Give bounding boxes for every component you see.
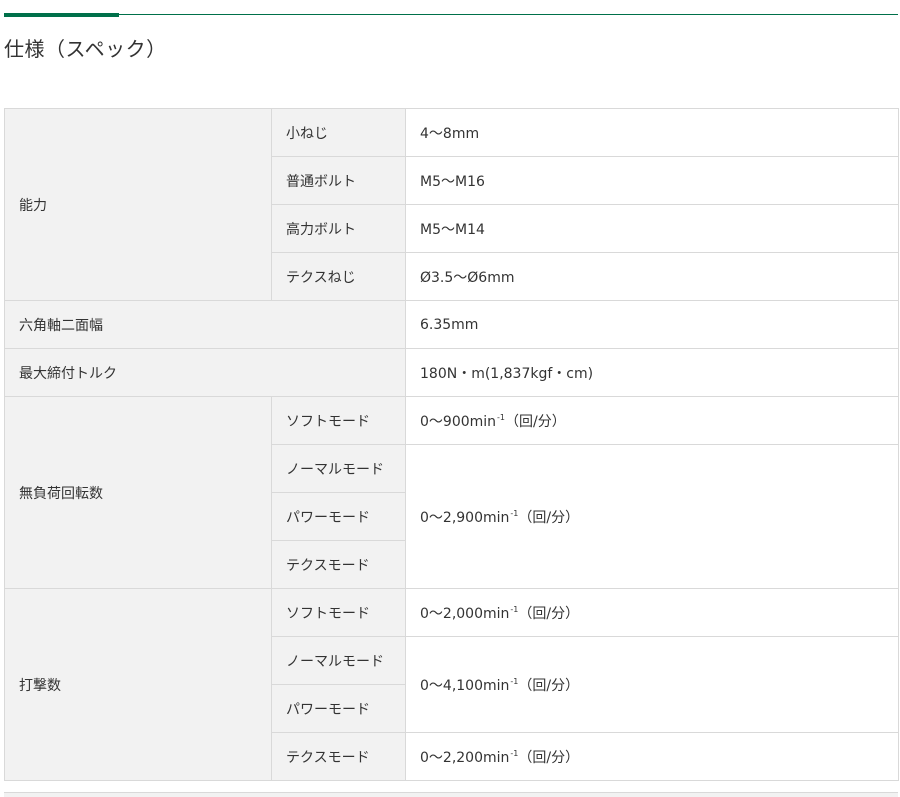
value-main: 0～900min [420, 413, 497, 430]
spec-category-max-torque: 最大締付トルク [4, 348, 406, 397]
spec-mode: ソフトモード [271, 588, 406, 637]
spec-mode: テクスモード [271, 540, 406, 589]
page: 仕様（スペック） 能力 小ねじ 4～8mm 普通ボルト M5～M16 高力ボルト… [0, 0, 900, 797]
value-unit: （回/分） [518, 605, 580, 622]
value-unit: （回/分） [518, 749, 580, 766]
spec-value: 0～2,200min-1（回/分） [405, 732, 899, 781]
value-exponent: -1 [497, 412, 506, 422]
table-row-continuation [4, 792, 898, 797]
spec-mode: ノーマルモード [271, 444, 406, 493]
spec-value: 6.35mm [405, 300, 899, 349]
table-row: 能力 小ねじ 4～8mm [4, 108, 899, 301]
spec-value: 180N・m(1,837kgf・cm) [405, 348, 899, 397]
spec-value: 0～4,100min-1（回/分） [405, 636, 899, 733]
value-unit: （回/分） [518, 509, 580, 526]
spec-category-impact-rate: 打撃数 [4, 588, 272, 781]
value-main: 0～2,000min [420, 605, 510, 622]
spec-mode: テクスモード [271, 732, 406, 781]
table-row: 六角軸二面幅 6.35mm [4, 300, 899, 349]
spec-value: M5～M14 [405, 204, 899, 253]
spec-mode: ソフトモード [271, 396, 406, 445]
section-divider-accent [4, 13, 119, 17]
table-row: 最大締付トルク 180N・m(1,837kgf・cm) [4, 348, 899, 397]
spec-table: 能力 小ねじ 4～8mm 普通ボルト M5～M16 高力ボルト M5～M14 テ… [4, 108, 899, 781]
spec-category-hex-shank: 六角軸二面幅 [4, 300, 406, 349]
table-row: 打撃数 ソフトモード 0～2,000min-1（回/分） [4, 588, 899, 781]
spec-value: Ø3.5～Ø6mm [405, 252, 899, 301]
spec-subcategory: 高力ボルト [271, 204, 406, 253]
value-main: 0～4,100min [420, 677, 510, 694]
spec-mode: パワーモード [271, 684, 406, 733]
value-unit: （回/分） [518, 677, 580, 694]
spec-value: 0～2,000min-1（回/分） [405, 588, 899, 637]
spec-subcategory: 小ねじ [271, 108, 406, 157]
value-unit: （回/分） [505, 413, 566, 430]
value-main: 0～2,900min [420, 509, 510, 526]
spec-value: 0～900min-1（回/分） [405, 396, 899, 445]
spec-subcategory: 普通ボルト [271, 156, 406, 205]
spec-value: 4～8mm [405, 108, 899, 157]
section-divider [4, 14, 898, 15]
spec-category-no-load-speed: 無負荷回転数 [4, 396, 272, 589]
section-title: 仕様（スペック） [4, 37, 167, 61]
value-main: 0～2,200min [420, 749, 510, 766]
spec-value: 0～2,900min-1（回/分） [405, 444, 899, 589]
spec-value: M5～M16 [405, 156, 899, 205]
spec-mode: パワーモード [271, 492, 406, 541]
table-row: 無負荷回転数 ソフトモード 0～900min-1（回/分） [4, 396, 899, 589]
spec-mode: ノーマルモード [271, 636, 406, 685]
spec-category-capacity: 能力 [4, 108, 272, 301]
spec-subcategory: テクスねじ [271, 252, 406, 301]
